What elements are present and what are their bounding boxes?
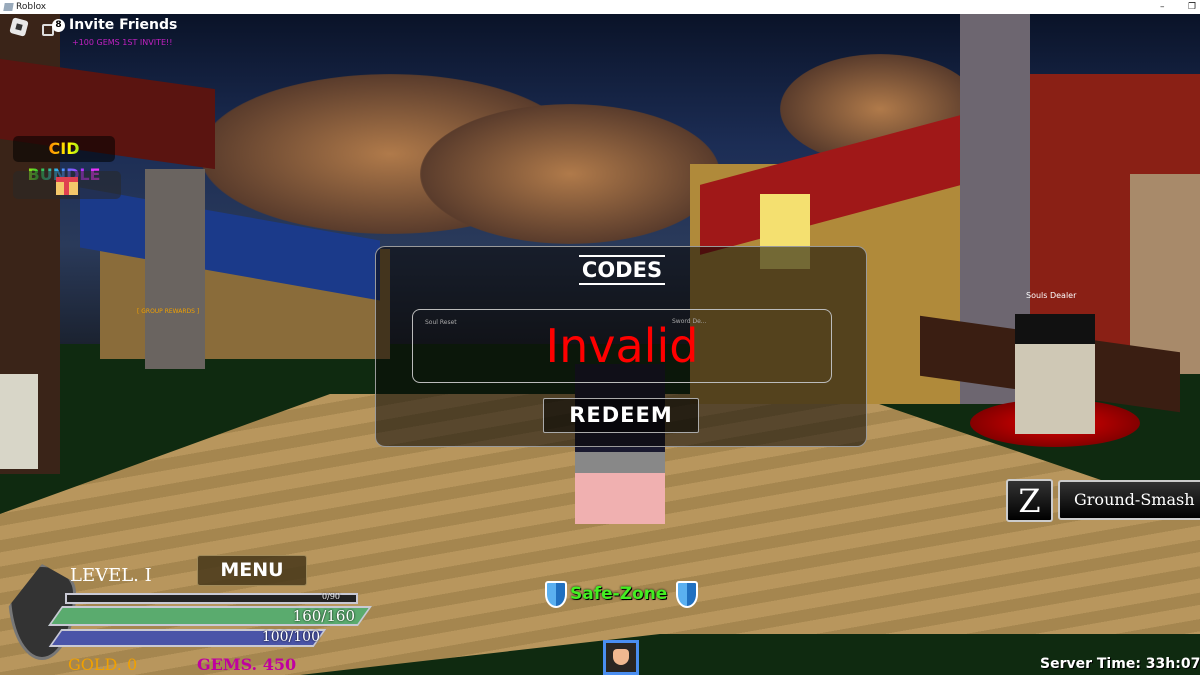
roblox-window-icon — [3, 3, 14, 11]
soul-reset-label: Soul Reset — [425, 319, 457, 326]
gold-label: GOLD. 0 — [68, 655, 138, 674]
group-rewards-label: [ GROUP REWARDS ] — [137, 308, 200, 315]
game-viewport[interactable]: [ GROUP REWARDS ] Soul Reset Sword De...… — [0, 14, 1200, 675]
invite-label: Invite Friends — [69, 17, 178, 33]
codes-panel: CODES Invalid REDEEM — [375, 246, 867, 447]
fist-icon — [613, 649, 629, 665]
mana-text: 100/100 — [261, 629, 320, 645]
souls-dealer-npc[interactable] — [1015, 314, 1095, 434]
safe-zone-label: Safe-Zone — [570, 584, 668, 604]
ability-ground-smash[interactable]: Ground-Smash — [1058, 480, 1200, 520]
redeem-button[interactable]: REDEEM — [543, 398, 699, 433]
gift-icon — [56, 177, 78, 195]
minimize-button[interactable]: – — [1160, 0, 1165, 14]
window-titlebar: Roblox – ❐ — [0, 0, 1200, 14]
gems-label: GEMS. 450 — [197, 655, 297, 674]
ability-key-z[interactable]: Z — [1006, 479, 1053, 522]
sword-dealer-label: Sword De... — [672, 318, 707, 325]
xp-text: 0/90 — [322, 592, 340, 601]
invite-bonus-text: +100 GEMS 1ST INVITE!! — [72, 38, 173, 47]
level-label: LEVEL. I — [70, 565, 152, 586]
cid-bundle-label[interactable]: CID BUNDLE — [13, 136, 115, 184]
restore-button[interactable]: ❐ — [1188, 0, 1196, 14]
invite-friends-button[interactable]: 8 Invite Friends — [42, 17, 178, 39]
code-input[interactable]: Invalid — [412, 309, 832, 383]
shield-icon — [676, 581, 698, 608]
menu-button[interactable]: MENU — [197, 555, 307, 586]
souls-dealer-label: Souls Dealer — [1026, 291, 1077, 300]
codes-title: CODES — [579, 255, 665, 285]
health-text: 160/160 — [292, 607, 355, 625]
window-title: Roblox — [16, 2, 47, 12]
invite-count-badge: 8 — [52, 19, 65, 32]
hotbar-slot-fist[interactable] — [603, 640, 639, 675]
shield-icon — [545, 581, 567, 608]
bundle-gift-button[interactable] — [13, 171, 121, 199]
server-time: Server Time: 33h:07m — [1040, 656, 1200, 672]
